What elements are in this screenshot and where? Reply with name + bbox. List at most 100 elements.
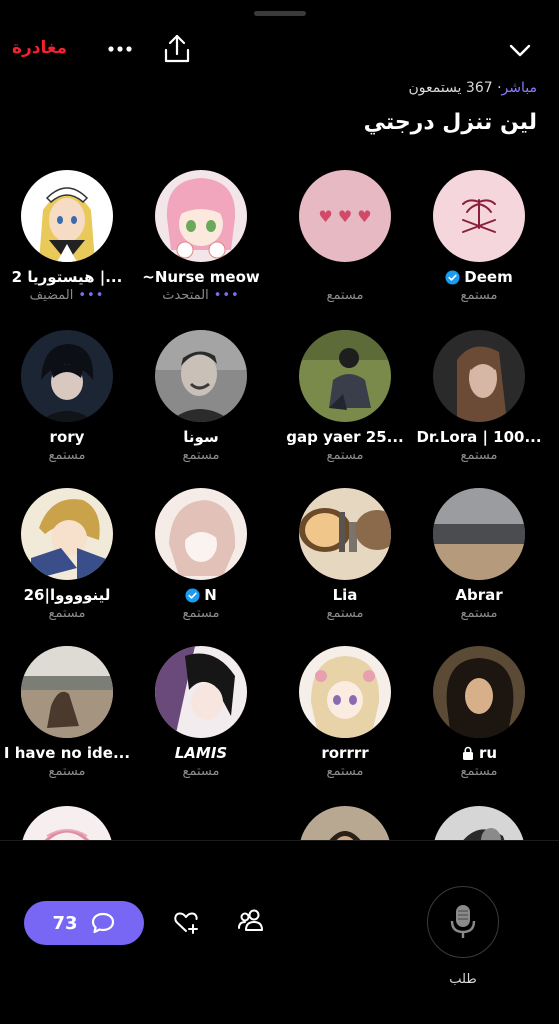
heart-plus-icon (174, 912, 198, 934)
meta-separator: · (492, 80, 502, 96)
participant-name (278, 268, 412, 286)
chat-count: 73 (52, 912, 78, 934)
avatar (433, 646, 525, 738)
participant[interactable]: rory مستمع (0, 330, 134, 463)
more-horizontal-icon (108, 46, 132, 52)
participant-name: LAMIS (174, 744, 228, 762)
dark-anime-avatar (21, 330, 113, 422)
participant[interactable]: ru مستمع (412, 646, 546, 779)
people-icon (238, 909, 263, 931)
participant-name: Deem (412, 268, 546, 286)
man-laughing-avatar (155, 330, 247, 422)
live-label: مباشر (501, 80, 537, 96)
participants-grid: هيستوريا 2 |... المضيف ••• ~Nurse meow ال… (0, 170, 559, 840)
avatar (21, 646, 113, 738)
sketch-girl-avatar (155, 488, 247, 580)
avatar (299, 488, 391, 580)
participant[interactable] (0, 806, 134, 840)
listener-count: 367 يستمعون (408, 80, 493, 96)
participant-role: مستمع (326, 448, 364, 463)
participant-role: مستمع (326, 288, 364, 303)
participant[interactable]: لينووووا|26 مستمع (0, 488, 134, 621)
participant-name: سونا (183, 428, 219, 446)
participant-role: مستمع (326, 764, 364, 779)
participant-name: Dr.Lora | 100... (416, 428, 542, 446)
participant[interactable]: LAMIS مستمع (134, 646, 268, 779)
avatar (433, 806, 525, 840)
participant-name: rory (49, 428, 85, 446)
participant[interactable]: I have no ide... مستمع (0, 646, 134, 779)
avatar (299, 806, 391, 840)
participant-role: مستمع (182, 448, 220, 463)
participant-role: مستمع (460, 606, 498, 621)
participant-name: gap yaer 25... (286, 428, 404, 446)
participant-name: لينووووا|26 (23, 586, 111, 604)
participant-role: مستمع (48, 606, 86, 621)
avatar (433, 330, 525, 422)
participants-button[interactable] (236, 906, 266, 936)
participant-role: مستمع (48, 764, 86, 779)
participant[interactable]: N مستمع (134, 488, 268, 621)
participant[interactable]: gap yaer 25... مستمع (278, 330, 412, 463)
verified-badge-icon (185, 587, 200, 603)
speaking-dots: ••• (213, 288, 240, 303)
participant-name: Lia (332, 586, 358, 604)
participant[interactable]: Abrar مستمع (412, 488, 546, 621)
chat-button[interactable]: 73 (24, 901, 144, 945)
man-photo-avatar (299, 806, 391, 840)
participant[interactable]: rorrrr مستمع (278, 646, 412, 779)
top-bar: مغادرة (0, 28, 559, 72)
participant-name: Abrar (455, 586, 503, 604)
request-label: طلب (449, 972, 477, 987)
participant-name: هيستوريا 2 |... (11, 268, 123, 286)
avatar: ♥ ♥ ♥ (299, 170, 391, 262)
participant[interactable]: سونا مستمع (134, 330, 268, 463)
avatar (299, 330, 391, 422)
participant[interactable] (278, 806, 412, 840)
avatar (21, 806, 113, 840)
pink-hearts-avatar: ♥ ♥ ♥ (299, 170, 391, 262)
participant-name: rorrrr (321, 744, 369, 762)
collapse-button[interactable] (506, 36, 534, 64)
bw-photo-avatar (433, 806, 525, 840)
participant[interactable]: ♥ ♥ ♥ مستمع (278, 170, 412, 303)
sheet-grabber[interactable] (254, 11, 306, 16)
participant-name: I have no ide... (3, 744, 131, 762)
speaking-dots: ••• (78, 288, 105, 303)
participant[interactable]: هيستوريا 2 |... المضيف ••• (0, 170, 134, 303)
avatar (433, 170, 525, 262)
woman-portrait-avatar (433, 330, 525, 422)
palm-swords-emblem-avatar (433, 170, 525, 262)
avatar (21, 170, 113, 262)
lock-icon (462, 746, 473, 760)
participant[interactable]: ~Nurse meow المتحدث ••• (134, 170, 268, 303)
anime-maid-avatar (21, 170, 113, 262)
react-button[interactable] (172, 908, 200, 936)
anime-blonde-avatar (299, 646, 391, 738)
participant-role: مستمع (460, 288, 498, 303)
participant[interactable]: Dr.Lora | 100... مستمع (412, 330, 546, 463)
participant[interactable]: Deem مستمع (412, 170, 546, 303)
share-icon (164, 34, 190, 63)
participant-name: ~Nurse meow (142, 268, 260, 286)
art-woman-curly-avatar (433, 646, 525, 738)
chat-bubble-icon (91, 912, 114, 934)
request-to-speak-button[interactable] (427, 886, 499, 958)
leave-button[interactable]: مغادرة (12, 38, 67, 58)
avatar (299, 646, 391, 738)
participant-name: ru (412, 744, 546, 762)
participant[interactable] (412, 806, 546, 840)
participant[interactable]: Lia مستمع (278, 488, 412, 621)
microphone-icon (450, 905, 476, 938)
participant-role: مستمع (460, 764, 498, 779)
beach-grey-avatar (433, 488, 525, 580)
avatar (155, 646, 247, 738)
participant-role: مستمع (48, 448, 86, 463)
participant-name: N (134, 586, 268, 604)
participant-role: مستمع (182, 606, 220, 621)
avatar (433, 488, 525, 580)
city-sunglasses-avatar (299, 488, 391, 580)
more-options-button[interactable] (104, 34, 136, 64)
share-button[interactable] (162, 32, 192, 66)
participant-role: المضيف ••• (29, 288, 105, 303)
